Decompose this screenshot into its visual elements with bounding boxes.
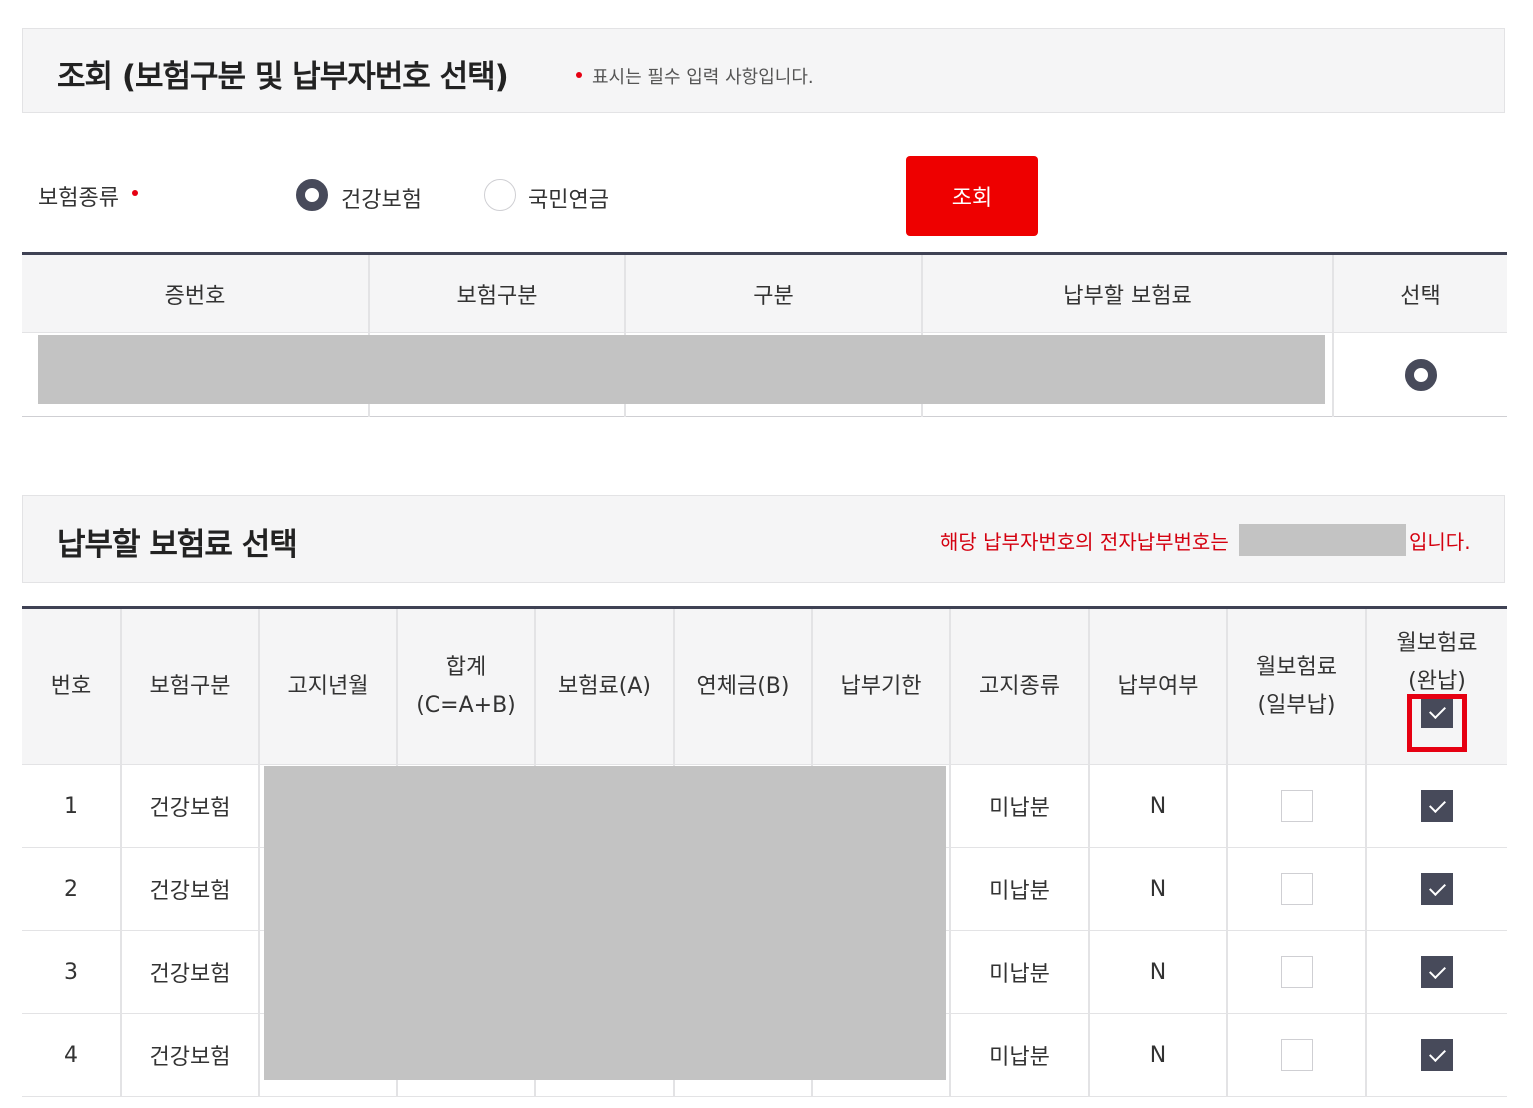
radio-health-insurance-label[interactable]: 건강보험 [341,182,422,214]
table-header-row: 증번호 보험구분 구분 납부할 보험료 선택 [22,253,1507,333]
header-full-line1: 월보험료 [1396,630,1478,656]
partial-payment-checkbox[interactable] [1280,956,1313,988]
row-full-cell [1366,764,1507,848]
row-no: 1 [22,764,122,848]
row-insurance-type: 건강보험 [121,930,260,1014]
row-no: 2 [22,847,122,931]
select-cell [1333,332,1507,417]
radio-national-pension-label[interactable]: 국민연금 [528,182,609,214]
required-dot-icon [576,72,582,78]
header-total: 합계 (C=A+B) [397,607,536,765]
full-payment-checkbox[interactable] [1421,790,1453,822]
row-full-cell [1366,930,1507,1014]
row-full-cell [1366,847,1507,931]
row-insurance-type: 건강보험 [121,847,260,931]
header-amount-due: 납부할 보험료 [922,253,1334,333]
header-paid: 납부여부 [1089,607,1228,765]
row-paid: N [1089,764,1228,848]
partial-payment-checkbox[interactable] [1280,873,1313,905]
redacted-amount-columns [264,766,946,1080]
radio-health-insurance[interactable] [296,179,328,211]
header-category: 구분 [625,253,923,333]
search-section-header: 조회 (보험구분 및 납부자번호 선택) 표시는 필수 입력 사항입니다. [22,28,1505,113]
partial-payment-checkbox[interactable] [1280,1039,1313,1071]
row-notice-type: 미납분 [950,1013,1090,1097]
epay-number-suffix: 입니다. [1409,530,1471,554]
row-notice-type: 미납분 [950,764,1090,848]
row-full-cell [1366,1013,1507,1097]
redacted-row-data [38,335,1325,404]
table-header-row: 번호 보험구분 고지년월 합계 (C=A+B) 보험료(A) 연체금(B) 납부… [22,607,1507,765]
required-dot-icon [131,190,138,196]
row-partial-cell [1227,847,1367,931]
row-notice-type: 미납분 [950,930,1090,1014]
row-notice-type: 미납분 [950,847,1090,931]
row-partial-cell [1227,1013,1367,1097]
premium-section-title: 납부할 보험료 선택 [57,527,298,563]
header-partial-payment: 월보험료 (일부납) [1227,607,1367,765]
insurance-type-label: 보험종류 [38,180,138,212]
row-paid: N [1089,930,1228,1014]
row-insurance-type: 건강보험 [121,764,260,848]
epay-number-prefix: 해당 납부자번호의 전자납부번호는 [940,530,1229,554]
header-late-fee: 연체금(B) [674,607,813,765]
header-insurance-type: 보험구분 [369,253,626,333]
redacted-epay-number [1239,524,1406,556]
header-no: 번호 [22,607,122,765]
header-notice-type: 고지종류 [950,607,1090,765]
header-partial-line1: 월보험료 [1256,654,1337,680]
row-paid: N [1089,847,1228,931]
row-select-radio[interactable] [1404,358,1437,391]
row-no: 3 [22,930,122,1014]
header-due-date: 납부기한 [812,607,951,765]
full-payment-checkbox[interactable] [1421,956,1453,988]
insurance-type-label-text: 보험종류 [38,186,119,211]
row-partial-cell [1227,764,1367,848]
full-payment-checkbox[interactable] [1421,873,1453,905]
header-insurance-type: 보험구분 [121,607,260,765]
row-partial-cell [1227,930,1367,1014]
search-button[interactable]: 조회 [906,156,1038,236]
radio-national-pension[interactable] [484,179,516,211]
header-premium: 보험료(A) [535,607,675,765]
required-note: 표시는 필수 입력 사항입니다. [576,63,814,89]
partial-payment-checkbox[interactable] [1280,790,1313,822]
required-note-text: 표시는 필수 입력 사항입니다. [592,67,814,88]
header-total-line2: (C=A+B) [416,692,516,718]
header-cert-no: 증번호 [22,253,370,333]
header-notice-month: 고지년월 [259,607,398,765]
header-total-line1: 합계 [445,654,487,680]
full-payment-checkbox[interactable] [1421,1039,1453,1071]
row-no: 4 [22,1013,122,1097]
search-section-title: 조회 (보험구분 및 납부자번호 선택) [57,59,509,95]
header-partial-line2: (일부납) [1257,692,1336,718]
header-select: 선택 [1333,253,1507,333]
row-paid: N [1089,1013,1228,1097]
row-insurance-type: 건강보험 [121,1013,260,1097]
select-all-highlight [1407,694,1467,752]
